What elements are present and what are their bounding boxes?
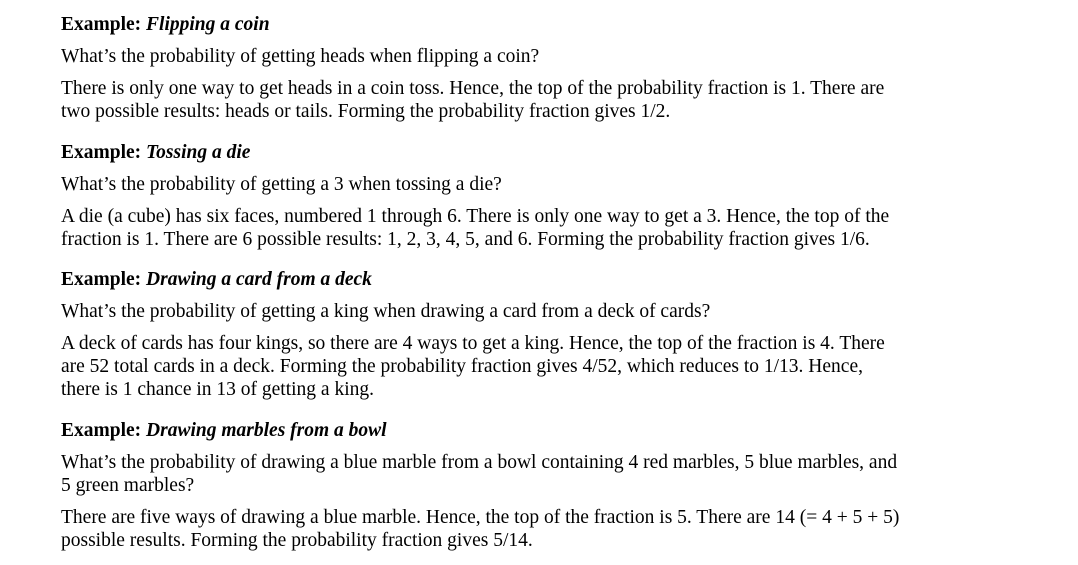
example-label: Example: (61, 142, 147, 163)
explanation-line: possible results. Forming the probabilit… (61, 530, 533, 551)
explanation-line: There is only one way to get heads in a … (61, 78, 885, 99)
explanation-line: fraction is 1. There are 6 possible resu… (61, 229, 870, 250)
explanation-line: there is 1 chance in 13 of getting a kin… (61, 379, 374, 400)
example-title: Drawing marbles from a bowl (146, 420, 387, 441)
example-label: Example: (61, 269, 147, 290)
example-title: Tossing a die (146, 142, 251, 163)
example-heading: Example: Drawing a card from a deck (61, 268, 1001, 291)
example-question: 5 green marbles? (61, 475, 195, 496)
explanation-line: two possible results: heads or tails. Fo… (61, 101, 671, 122)
example-label: Example: (61, 14, 147, 35)
example-question: What’s the probability of getting heads … (61, 46, 540, 67)
example-question: What’s the probability of getting a 3 wh… (61, 174, 502, 195)
example-label: Example: (61, 420, 147, 441)
explanation-line: are 52 total cards in a deck. Forming th… (61, 356, 863, 377)
explanation-line: A die (a cube) has six faces, numbered 1… (61, 206, 890, 227)
example-question: What’s the probability of getting a king… (61, 301, 711, 322)
explanation-line: A deck of cards has four kings, so there… (61, 333, 885, 354)
example-heading: Example: Tossing a die (61, 141, 1001, 164)
example-title: Flipping a coin (146, 14, 270, 35)
example-heading: Example: Drawing marbles from a bowl (61, 419, 1001, 442)
example-heading: Example: Flipping a coin (61, 13, 1001, 36)
example-question: What’s the probability of drawing a blue… (61, 452, 898, 473)
example-title: Drawing a card from a deck (146, 269, 372, 290)
explanation-line: There are five ways of drawing a blue ma… (61, 507, 900, 528)
